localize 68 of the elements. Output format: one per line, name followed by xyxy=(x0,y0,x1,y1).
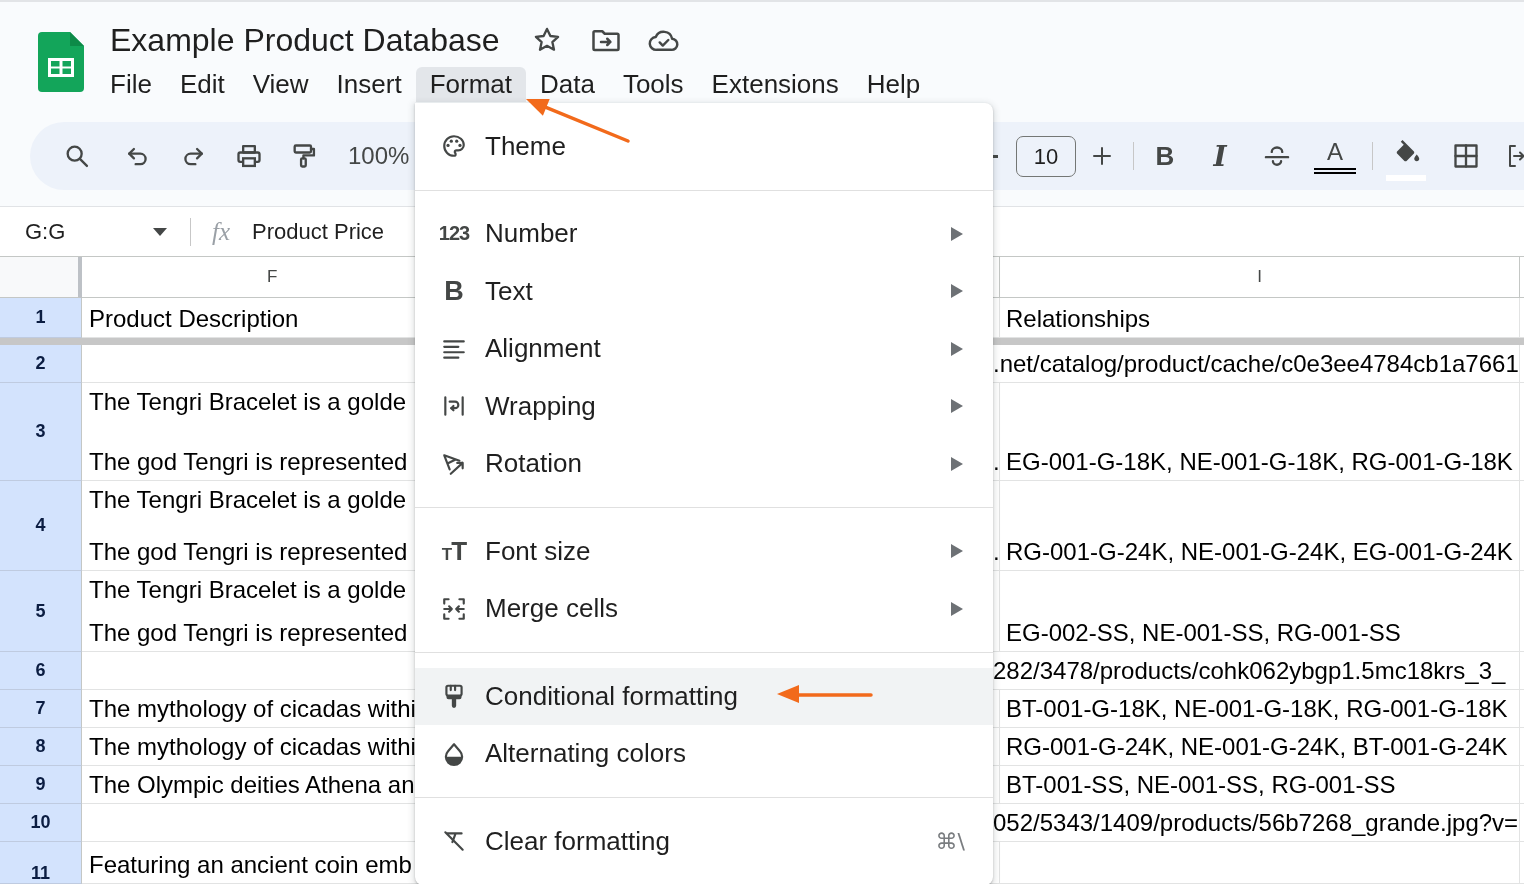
overflow-text: 052/5343/1409/products/56b7268_grande.jpg?v= xyxy=(993,809,1519,837)
fx-label: fx xyxy=(212,217,231,246)
menu-item[interactable]: B Text xyxy=(415,262,993,320)
row-header[interactable]: 1 xyxy=(0,298,82,338)
menu-item[interactable]: Wrapping xyxy=(415,377,993,435)
row-header[interactable]: 10 xyxy=(0,804,82,842)
row-header[interactable]: 5 xyxy=(0,571,82,652)
borders-icon[interactable] xyxy=(1452,142,1480,170)
menu-item[interactable]: Conditional formatting xyxy=(415,667,993,725)
row-header[interactable]: 2 xyxy=(0,345,82,383)
menu-item[interactable]: Merge cells xyxy=(415,580,993,638)
formula-input[interactable]: Product Price xyxy=(252,218,385,245)
italic-button[interactable]: I xyxy=(1203,139,1237,173)
table-cell: Featuring an ancient coin emb xyxy=(82,842,415,884)
menu-bar-item[interactable]: Edit xyxy=(165,67,239,102)
table-cell: EG-001-G-18K, NE-001-G-18K, RG-001-G-18K xyxy=(999,383,1520,481)
menu-bar-item[interactable]: View xyxy=(238,67,323,102)
bold-letter-icon: B xyxy=(441,275,467,307)
document-title: Example Product Database xyxy=(110,21,500,60)
column-header[interactable]: I xyxy=(999,257,1520,298)
spreadsheet-logo xyxy=(38,32,84,92)
print-icon[interactable] xyxy=(235,142,263,170)
overflow-text: . xyxy=(993,448,1000,476)
menu-item[interactable]: Alignment xyxy=(415,320,993,378)
palette-icon xyxy=(441,133,467,160)
row-header[interactable]: 11 xyxy=(0,842,82,884)
menu-item[interactable]: Alternating colors xyxy=(415,725,993,783)
color-bar-icon xyxy=(1314,167,1356,174)
star-icon[interactable] xyxy=(532,26,561,54)
digits-icon: 123 xyxy=(437,222,471,246)
menu-bar-item[interactable]: Help xyxy=(852,67,935,102)
bracket-arrow-icon[interactable] xyxy=(1508,142,1524,170)
row-header[interactable]: 9 xyxy=(0,766,82,804)
menu-item[interactable]: Rotation xyxy=(415,435,993,493)
paint-bucket-icon[interactable] xyxy=(1386,139,1426,183)
row-header[interactable]: 7 xyxy=(0,690,82,728)
text-color-button[interactable]: A xyxy=(1313,138,1357,174)
name-box[interactable]: G:G xyxy=(0,218,180,245)
bold-button[interactable]: B xyxy=(1148,140,1182,172)
font-size-field[interactable]: 10 xyxy=(1016,135,1076,177)
table-cell: RG-001-G-24K, NE-001-G-24K, EG-001-G-24K xyxy=(999,481,1520,571)
caret-icon xyxy=(153,227,167,236)
table-cell: EG-002-SS, NE-001-SS, RG-001-SS xyxy=(999,571,1520,652)
overflow-text: . xyxy=(993,538,1000,566)
table-cell: BT-001-G-18K, NE-001-G-18K, RG-001-G-18K xyxy=(999,690,1520,728)
menu-bar-item[interactable]: Format xyxy=(415,67,526,102)
menu-bar-item[interactable]: Insert xyxy=(322,67,416,102)
table-cell: BT-001-SS, NE-001-SS, RG-001-SS xyxy=(999,766,1520,804)
plus-icon[interactable] xyxy=(1090,144,1114,168)
menu-bar-item[interactable]: Data xyxy=(526,67,609,102)
row-header[interactable]: 6 xyxy=(0,652,82,690)
menu-bar-item[interactable]: File xyxy=(96,67,166,102)
minus-icon[interactable] xyxy=(993,154,998,158)
row-header[interactable]: 8 xyxy=(0,728,82,766)
menu-item[interactable]: Theme xyxy=(415,117,993,175)
menu-bar-item[interactable]: Extensions xyxy=(697,67,853,102)
table-cell: RG-001-G-24K, NE-001-G-24K, BT-001-G-24K xyxy=(999,728,1520,766)
menu-item[interactable]: TT Font size xyxy=(415,522,993,580)
menu-item[interactable]: 123 Number xyxy=(415,205,993,263)
overflow-text: 282/3478/products/cohk062ybgp1.5mc18krs_3_ xyxy=(993,657,1506,685)
zoom-dropdown[interactable]: 100% xyxy=(348,142,410,170)
menu-item[interactable]: Clear formatting ⌘\ xyxy=(415,812,993,870)
row-header[interactable]: 3 xyxy=(0,383,82,481)
merge-arrows-icon xyxy=(441,595,467,622)
menu-bar-item[interactable]: Tools xyxy=(608,67,698,102)
overflow-text: .net/catalog/product/cache/c0e3ee4784cb1a7661 xyxy=(993,350,1519,378)
font-size-icon: TT xyxy=(439,535,469,567)
row-header[interactable]: 4 xyxy=(0,481,82,571)
